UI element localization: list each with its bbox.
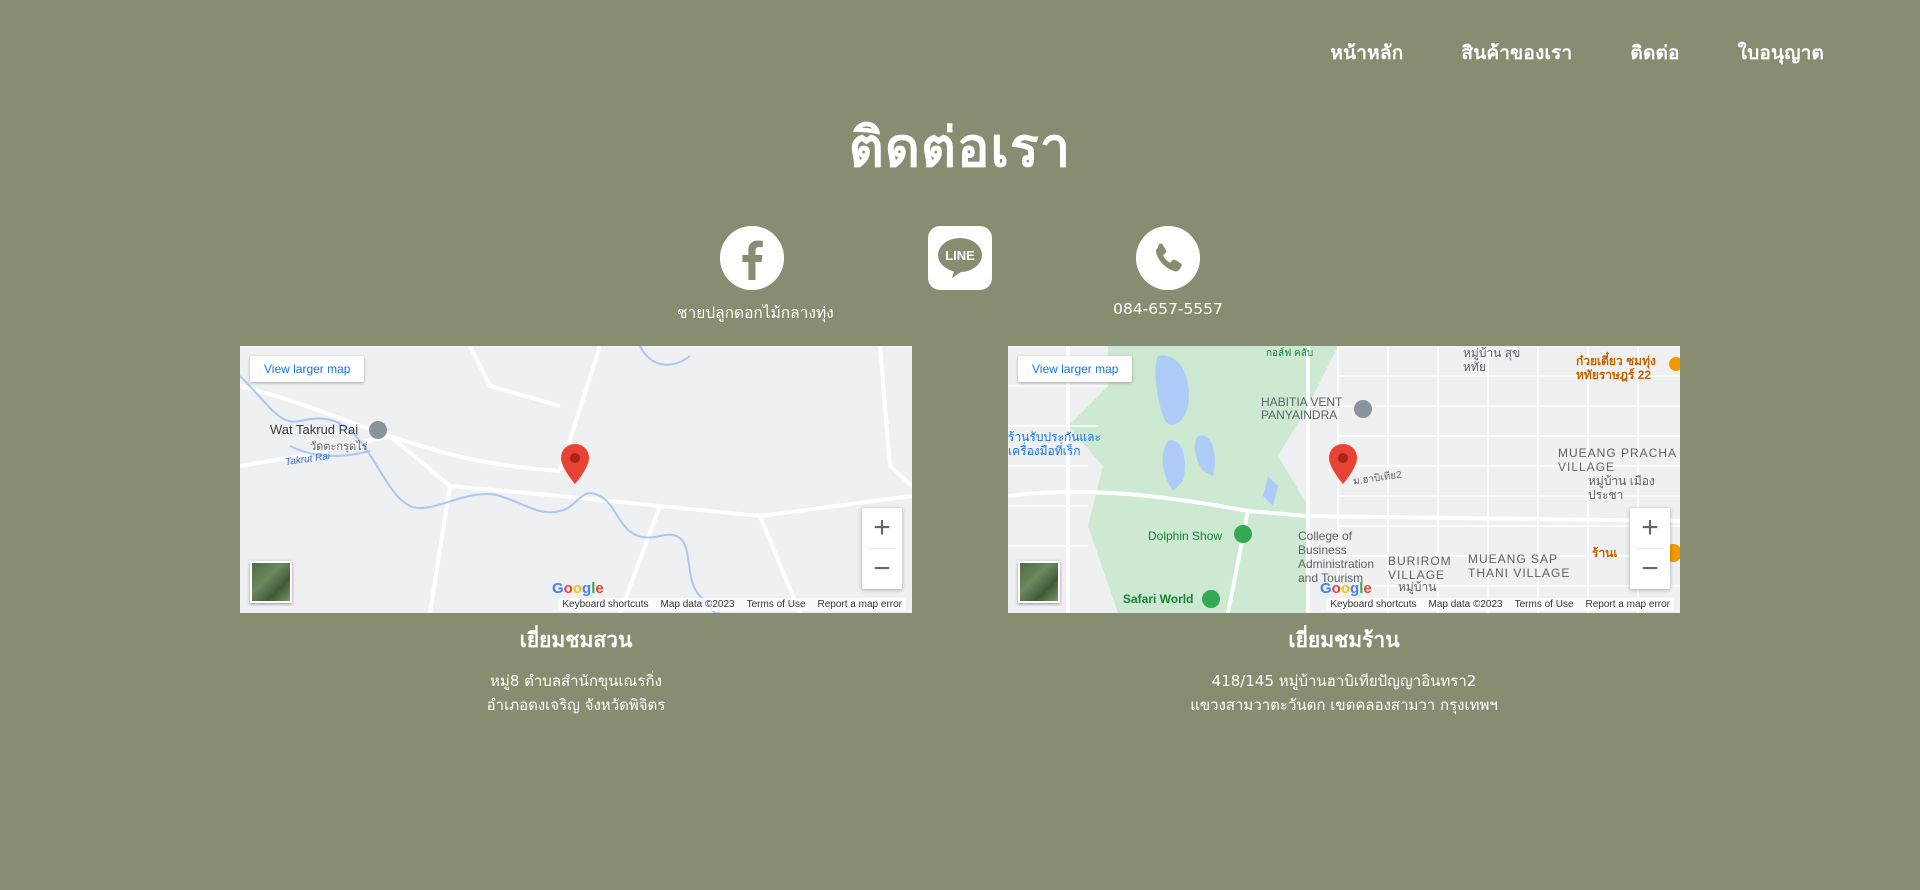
zoom-in-button[interactable]: + xyxy=(862,508,902,548)
map-shop[interactable]: กอล์ฟ คลับ HABITIA VENT PANYAINDRA ร้านร… xyxy=(1008,346,1680,613)
map-label-habitia: HABITIA VENT PANYAINDRA xyxy=(1261,395,1343,422)
view-larger-map-link[interactable]: View larger map xyxy=(250,356,365,382)
map-label-college: College of Business Administration and T… xyxy=(1298,529,1375,585)
zoom-out-button[interactable]: − xyxy=(1630,549,1670,589)
google-logo: Google xyxy=(552,580,604,597)
facebook-link[interactable]: ชายปลูกดอกไม้กลางทุ่ง xyxy=(677,226,834,325)
address-line-2: แขวงสามวาตะวันตก เขตคลองสามวา กรุงเทพฯ xyxy=(1190,696,1498,714)
map-label-golf: กอล์ฟ คลับ xyxy=(1266,348,1314,359)
nav-license[interactable]: ใบอนุญาต xyxy=(1738,38,1824,68)
nav-home[interactable]: หน้าหลัก xyxy=(1330,38,1403,68)
address-line-2: อำเภอดงเจริญ จังหวัดพิจิตร xyxy=(486,696,666,714)
facebook-caption[interactable]: ชายปลูกดอกไม้กลางทุ่ง xyxy=(677,300,834,325)
map-label-safari: Safari World xyxy=(1123,592,1194,606)
google-logo: Google xyxy=(1320,580,1372,597)
line-link[interactable]: LINE xyxy=(885,226,1035,294)
map-label-moo-bottom: หมู่บ้าน xyxy=(1398,580,1437,594)
map-label-store: ร้านรับประกันและเครื่องมือที่เร็ก xyxy=(1008,430,1101,458)
terms-link[interactable]: Terms of Use xyxy=(747,599,806,610)
map-label-mueangsap: MUEANG SAP THANI VILLAGE xyxy=(1468,552,1571,580)
report-link[interactable]: Report a map error xyxy=(1586,599,1670,610)
map-label-noodle2: หทัยราษฎร์ 22 xyxy=(1576,368,1652,382)
map-footer: Keyboard shortcuts Map data ©2023 Terms … xyxy=(1326,598,1674,611)
map-garden[interactable]: Wat Takrud Rai วัดตะกรุดไร่ Takrut Rai V… xyxy=(240,346,912,613)
phone-link[interactable]: 084-657-5557 xyxy=(1093,226,1243,318)
zoom-in-button[interactable]: + xyxy=(1630,508,1670,548)
main-nav: หน้าหลัก สินค้าของเรา ติดต่อ ใบอนุญาต xyxy=(1330,38,1824,68)
map-data-text: Map data ©2023 xyxy=(660,599,735,610)
keyboard-shortcuts-link[interactable]: Keyboard shortcuts xyxy=(562,599,648,610)
nav-products[interactable]: สินค้าของเรา xyxy=(1461,38,1572,68)
map-label-dolphin: Dolphin Show xyxy=(1148,529,1223,543)
nav-contact[interactable]: ติดต่อ xyxy=(1630,38,1679,68)
terms-link[interactable]: Terms of Use xyxy=(1515,599,1574,610)
map-data-text: Map data ©2023 xyxy=(1428,599,1503,610)
location-garden: เยี่ยมชมสวน หมู่8 ตำบลสำนักขุนเณรกิ่ง อำ… xyxy=(240,624,912,717)
zoom-controls: + − xyxy=(1630,508,1670,589)
zoom-controls: + − xyxy=(862,508,902,589)
zoom-out-button[interactable]: − xyxy=(862,549,902,589)
phone-icon[interactable] xyxy=(1136,226,1200,290)
location-title: เยี่ยมชมสวน xyxy=(519,628,633,652)
phone-caption[interactable]: 084-657-5557 xyxy=(1093,300,1243,318)
address-line-1: หมู่8 ตำบลสำนักขุนเณรกิ่ง xyxy=(490,672,662,690)
map-pin-icon[interactable] xyxy=(1329,444,1357,484)
line-icon[interactable]: LINE xyxy=(928,226,992,290)
map-label-moo-suksai: หมู่บ้าน สุขหทัย xyxy=(1463,346,1521,374)
location-address: หมู่8 ตำบลสำนักขุนเณรกิ่ง อำเภอดงเจริญ จ… xyxy=(240,669,912,717)
satellite-toggle[interactable] xyxy=(250,561,292,603)
address-line-1: 418/145 หมู่บ้านฮาบิเทียปัญญาอินทรา2 xyxy=(1211,672,1477,690)
map-footer: Keyboard shortcuts Map data ©2023 Terms … xyxy=(558,598,906,611)
keyboard-shortcuts-link[interactable]: Keyboard shortcuts xyxy=(1330,599,1416,610)
location-title: เยี่ยมชมร้าน xyxy=(1288,628,1400,652)
location-shop: เยี่ยมชมร้าน 418/145 หมู่บ้านฮาบิเทียปัญ… xyxy=(1008,624,1680,717)
facebook-icon[interactable] xyxy=(720,226,784,290)
line-badge-text: LINE xyxy=(945,248,975,263)
view-larger-map-link[interactable]: View larger map xyxy=(1018,356,1133,382)
page-title: ติดต่อเรา xyxy=(848,116,1072,179)
map-label-wat: Wat Takrud Rai xyxy=(270,422,359,437)
satellite-toggle[interactable] xyxy=(1018,561,1060,603)
map-label-shop: ร้านเ xyxy=(1592,546,1618,560)
map-label-mueangpracha: MUEANG PRACHA VILLAGE xyxy=(1558,446,1677,474)
location-address: 418/145 หมู่บ้านฮาบิเทียปัญญาอินทรา2 แขว… xyxy=(1008,669,1680,717)
map-label-moo-pracha: หมู่บ้าน เมืองประชา xyxy=(1588,474,1655,502)
report-link[interactable]: Report a map error xyxy=(818,599,902,610)
map-pin-icon[interactable] xyxy=(561,444,589,484)
